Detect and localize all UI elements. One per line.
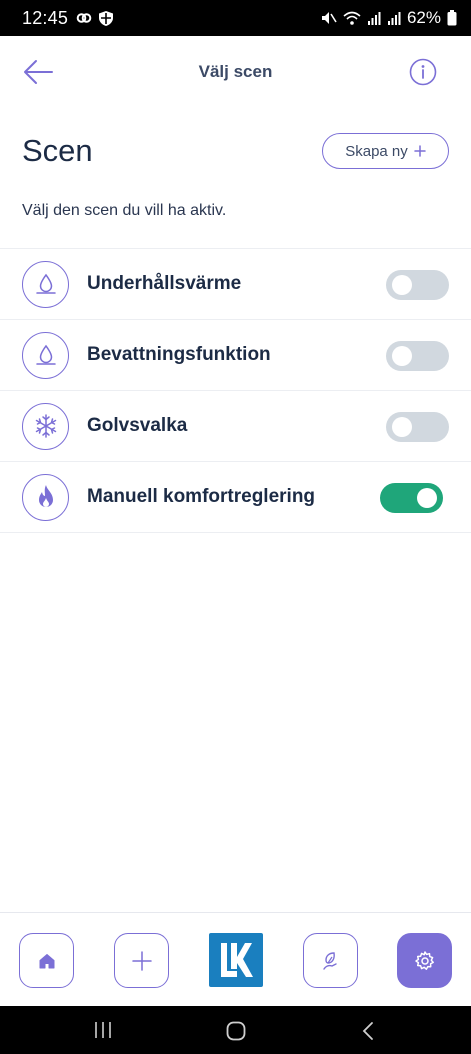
system-navigation-bar bbox=[0, 1006, 471, 1054]
scene-row-underhallsvarme[interactable]: Underhållsvärme bbox=[0, 249, 471, 320]
link-icon bbox=[76, 13, 92, 23]
nav-add-button[interactable] bbox=[114, 933, 169, 988]
home-circle-icon[interactable] bbox=[226, 1021, 246, 1041]
scene-label: Bevattningsfunktion bbox=[87, 344, 271, 365]
scene-toggle[interactable] bbox=[380, 483, 443, 513]
info-icon bbox=[409, 58, 437, 86]
shield-icon bbox=[99, 10, 114, 26]
plus-icon bbox=[131, 950, 152, 971]
page-subtitle: Välj den scen du vill ha aktiv. bbox=[22, 202, 227, 219]
nav-settings-button[interactable] bbox=[397, 933, 452, 988]
scene-icon-circle bbox=[22, 402, 69, 450]
nav-eco-button[interactable] bbox=[303, 933, 358, 988]
arrow-left-icon bbox=[24, 60, 53, 84]
plus-icon bbox=[414, 145, 426, 157]
flame-icon bbox=[38, 485, 53, 507]
scene-row-golvsvalka[interactable]: Golvsvalka bbox=[0, 391, 471, 462]
scene-icon-circle bbox=[22, 473, 69, 521]
leaf-hand-icon bbox=[322, 951, 337, 970]
water-drop-icon bbox=[35, 273, 56, 294]
scene-label: Manuell komfortreglering bbox=[87, 486, 316, 507]
back-button[interactable] bbox=[22, 58, 54, 86]
scene-label: Underhållsvärme bbox=[87, 273, 242, 294]
battery-icon bbox=[447, 10, 457, 26]
status-time: 12:45 bbox=[22, 7, 69, 28]
toggle-knob bbox=[392, 417, 412, 437]
nav-home-button[interactable] bbox=[19, 933, 74, 988]
info-button[interactable] bbox=[409, 58, 437, 86]
lk-logo-mark bbox=[221, 943, 253, 977]
status-bar: 12:45 62% bbox=[0, 0, 471, 36]
gear-icon bbox=[414, 950, 434, 970]
scene-toggle[interactable] bbox=[386, 341, 449, 371]
toggle-knob bbox=[417, 488, 437, 508]
app-header: Välj scen bbox=[0, 36, 471, 108]
signal-icon bbox=[367, 12, 381, 25]
signal-icon bbox=[387, 12, 401, 25]
water-drop-icon bbox=[35, 344, 56, 365]
mute-icon bbox=[321, 12, 337, 24]
scene-row-manuell-komfortreglering[interactable]: Manuell komfortreglering bbox=[0, 462, 471, 533]
scene-list: Underhållsvärme Bevattningsfunktion Golv… bbox=[0, 248, 471, 533]
create-scene-button[interactable]: Skapa ny bbox=[322, 133, 449, 169]
create-scene-label: Skapa ny bbox=[345, 142, 408, 160]
toggle-knob bbox=[392, 346, 412, 366]
lk-logo[interactable] bbox=[209, 933, 263, 987]
scene-label: Golvsvalka bbox=[87, 415, 188, 436]
recent-apps-icon[interactable] bbox=[93, 1021, 113, 1039]
toggle-knob bbox=[392, 275, 412, 295]
scene-toggle[interactable] bbox=[386, 270, 449, 300]
wifi-icon bbox=[343, 11, 361, 25]
bottom-navigation bbox=[0, 912, 471, 1006]
home-icon bbox=[39, 953, 54, 968]
scene-row-bevattningsfunktion[interactable]: Bevattningsfunktion bbox=[0, 320, 471, 391]
battery-percent: 62% bbox=[406, 8, 441, 27]
snowflake-icon bbox=[35, 414, 56, 438]
page-header-title: Välj scen bbox=[198, 62, 273, 81]
scene-toggle[interactable] bbox=[386, 412, 449, 442]
scene-icon-circle bbox=[22, 260, 69, 308]
back-chevron-icon[interactable] bbox=[362, 1021, 374, 1041]
page-title: Scen bbox=[22, 133, 93, 168]
scene-icon-circle bbox=[22, 331, 69, 379]
